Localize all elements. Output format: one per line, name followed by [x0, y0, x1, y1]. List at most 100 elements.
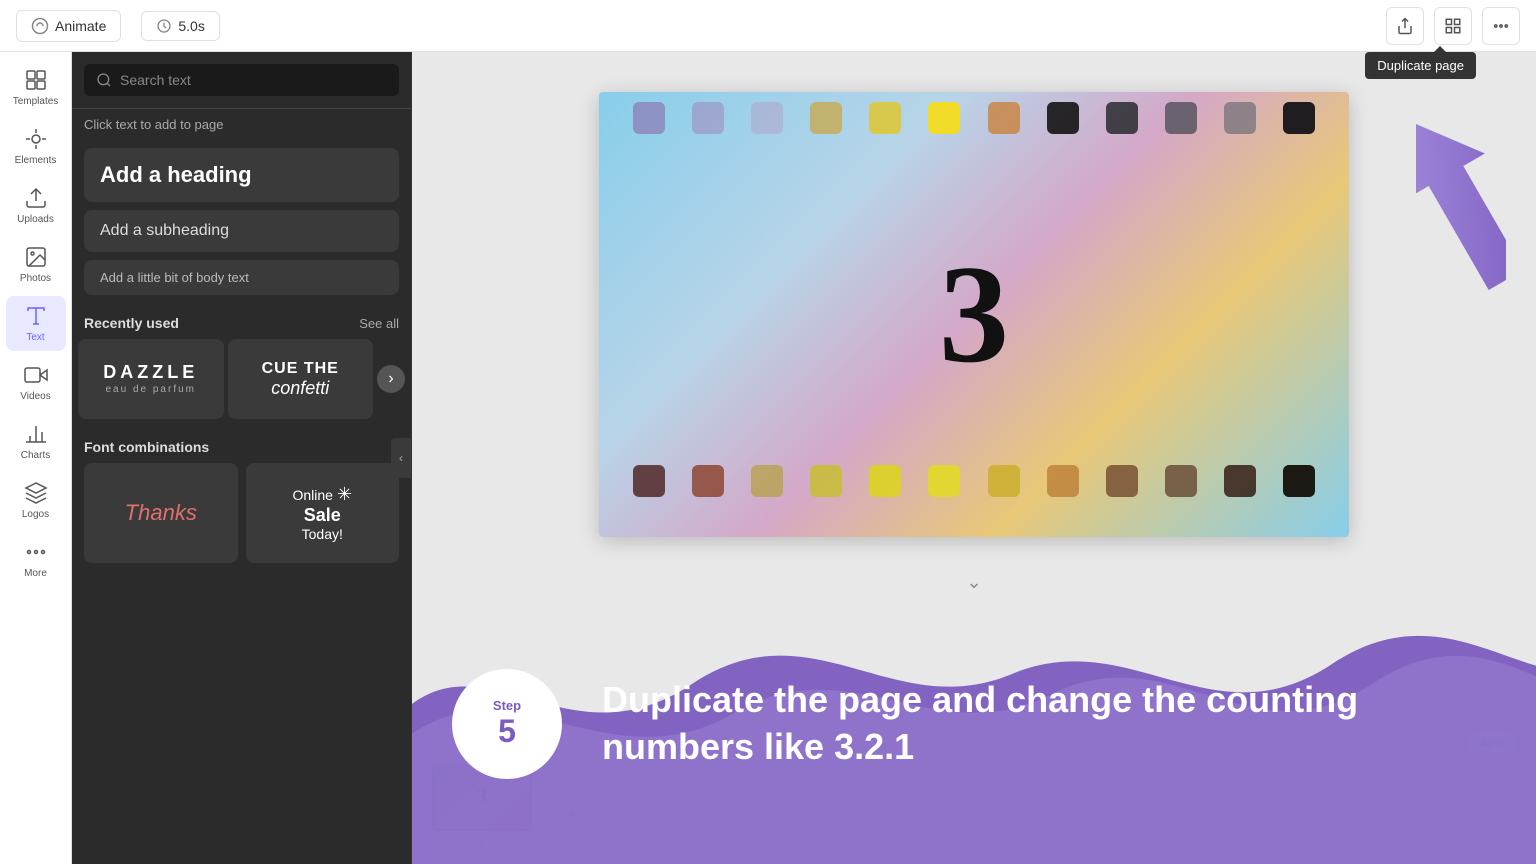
cue-main-text: CUE THE: [262, 360, 339, 378]
today-text: Today!: [292, 526, 352, 542]
text-panel: Click text to add to page Add a heading …: [72, 52, 412, 864]
main-layout: Templates Elements Uploads Photos: [0, 52, 1536, 864]
page-thumbnail-1[interactable]: 3: [432, 764, 532, 831]
online-text: Online: [292, 487, 332, 503]
film-hole: [1283, 465, 1315, 497]
film-holes-bottom: [599, 465, 1349, 497]
page-thumbnail-wrapper: 3 1: [432, 764, 532, 864]
animate-label: Animate: [55, 18, 106, 34]
sidebar-label-text: Text: [26, 332, 44, 343]
film-hole: [1106, 465, 1138, 497]
duplicate-tooltip: Duplicate page: [1365, 52, 1476, 79]
film-hole: [751, 102, 783, 134]
font-cards-row: DAZZLE eau de parfum CUE THE confetti ›: [72, 339, 411, 431]
font-card-cue[interactable]: CUE THE confetti: [228, 339, 374, 419]
bottom-pages-bar: 3 1 +: [412, 764, 1536, 864]
see-all-link[interactable]: See all: [359, 316, 399, 331]
film-hole: [1047, 102, 1079, 134]
add-page-button[interactable]: +: [548, 790, 598, 840]
font-combinations-title: Font combinations: [84, 431, 399, 463]
recently-used-header: Recently used See all: [72, 299, 411, 339]
film-hole: [1165, 465, 1197, 497]
film-canvas[interactable]: 3: [599, 92, 1349, 537]
sidebar-label-elements: Elements: [15, 155, 57, 166]
film-hole: [1224, 102, 1256, 134]
add-subheading-button[interactable]: Add a subheading: [84, 210, 399, 252]
film-hole: [633, 102, 665, 134]
film-holes-top: [599, 102, 1349, 134]
add-body-button[interactable]: Add a little bit of body text: [84, 260, 399, 295]
film-hole: [810, 102, 842, 134]
sidebar-label-more: More: [24, 568, 47, 579]
sidebar-label-videos: Videos: [20, 391, 50, 402]
top-bar-right: [1386, 7, 1520, 45]
star-deco: ✳: [337, 484, 352, 505]
recently-used-label: Recently used: [84, 315, 179, 331]
panel-collapse-arrow[interactable]: ‹: [391, 438, 411, 478]
canvas-dropdown-arrow[interactable]: ⌄: [966, 572, 981, 593]
thanks-text: Thanks: [125, 500, 197, 526]
zoom-indicator: 41%: [1468, 732, 1516, 754]
dazzle-content: DAZZLE eau de parfum: [103, 362, 198, 396]
sidebar-label-photos: Photos: [20, 273, 51, 284]
animate-button[interactable]: Animate: [16, 10, 121, 42]
film-hole: [1224, 465, 1256, 497]
sidebar-icons: Templates Elements Uploads Photos: [0, 52, 72, 864]
film-hole: [1283, 102, 1315, 134]
film-hole: [633, 465, 665, 497]
purple-arrow: [1416, 112, 1506, 297]
font-cards-next-arrow[interactable]: ›: [377, 365, 405, 393]
share-button[interactable]: [1386, 7, 1424, 45]
duration-button[interactable]: 5.0s: [141, 11, 219, 41]
film-hole: [869, 102, 901, 134]
text-search-area: [72, 52, 411, 109]
grid-view-button[interactable]: [1434, 7, 1472, 45]
sidebar-item-more[interactable]: More: [6, 532, 66, 587]
font-combo-online-sale[interactable]: Online ✳ Sale Today!: [246, 463, 400, 563]
cue-content: CUE THE confetti: [262, 360, 339, 399]
font-combo-thanks[interactable]: Thanks: [84, 463, 238, 563]
click-hint: Click text to add to page: [72, 109, 411, 144]
duration-label: 5.0s: [178, 18, 204, 34]
font-card-dazzle[interactable]: DAZZLE eau de parfum: [78, 339, 224, 419]
sidebar-label-logos: Logos: [22, 509, 49, 520]
confetti-text: confetti: [262, 378, 339, 399]
search-box[interactable]: [84, 64, 399, 96]
more-options-button[interactable]: [1482, 7, 1520, 45]
film-hole: [692, 465, 724, 497]
search-input[interactable]: [120, 72, 387, 88]
film-hole: [988, 465, 1020, 497]
film-hole: [928, 102, 960, 134]
top-bar: Animate 5.0s: [0, 0, 1536, 52]
center-number[interactable]: 3: [939, 245, 1009, 385]
sidebar-item-templates[interactable]: Templates: [6, 60, 66, 115]
film-hole: [988, 102, 1020, 134]
film-hole: [1165, 102, 1197, 134]
sidebar-item-photos[interactable]: Photos: [6, 237, 66, 292]
sidebar-item-text[interactable]: Text: [6, 296, 66, 351]
sidebar-item-logos[interactable]: Logos: [6, 473, 66, 528]
font-combinations-section: Font combinations Thanks Online ✳ Sale T…: [72, 431, 411, 575]
film-hole: [692, 102, 724, 134]
sidebar-item-uploads[interactable]: Uploads: [6, 178, 66, 233]
sidebar-label-templates: Templates: [13, 96, 59, 107]
dazzle-main-text: DAZZLE: [103, 362, 198, 384]
search-icon: [96, 72, 112, 88]
film-hole: [810, 465, 842, 497]
sidebar-label-charts: Charts: [21, 450, 50, 461]
online-sale-content: Online ✳ Sale Today!: [292, 484, 352, 542]
add-page-icon: +: [567, 802, 580, 828]
film-hole: [869, 465, 901, 497]
add-heading-button[interactable]: Add a heading: [84, 148, 399, 202]
sidebar-label-uploads: Uploads: [17, 214, 54, 225]
sidebar-item-elements[interactable]: Elements: [6, 119, 66, 174]
font-combo-cards: Thanks Online ✳ Sale Today!: [84, 463, 399, 575]
dazzle-sub-text: eau de parfum: [106, 384, 197, 396]
film-hole: [751, 465, 783, 497]
sidebar-item-videos[interactable]: Videos: [6, 355, 66, 410]
film-hole: [1047, 465, 1079, 497]
sale-text: Sale: [292, 505, 352, 526]
canvas-scroll-area[interactable]: 3: [412, 52, 1536, 764]
film-hole: [928, 465, 960, 497]
sidebar-item-charts[interactable]: Charts: [6, 414, 66, 469]
